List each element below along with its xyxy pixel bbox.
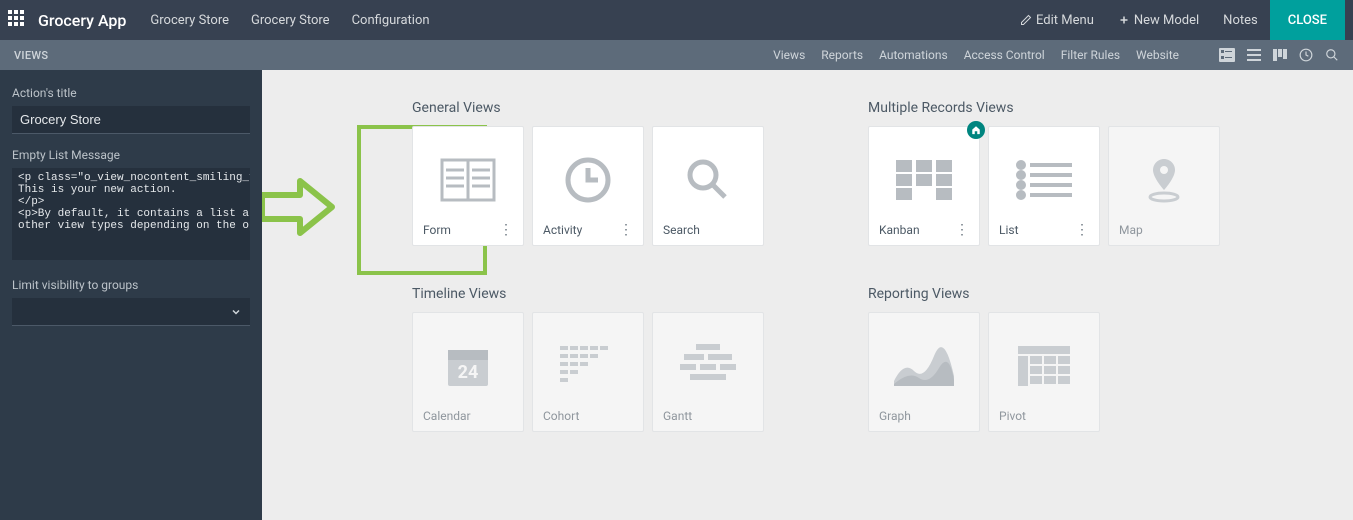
card-gantt: Gantt xyxy=(652,312,764,432)
map-pin-icon xyxy=(1139,155,1189,205)
apps-icon[interactable] xyxy=(8,10,28,30)
card-menu-icon[interactable]: ⋮ xyxy=(619,223,633,237)
search-icon[interactable] xyxy=(1325,48,1339,62)
visibility-select[interactable] xyxy=(12,298,250,326)
subbar-link-filter-rules[interactable]: Filter Rules xyxy=(1061,48,1120,62)
notes-button[interactable]: Notes xyxy=(1211,0,1270,40)
subbar-link-views[interactable]: Views xyxy=(773,48,805,62)
nav-grocery-store-2[interactable]: Grocery Store xyxy=(251,13,330,28)
card-menu-icon[interactable]: ⋮ xyxy=(1075,223,1089,237)
card-label: Calendar xyxy=(423,409,471,423)
tutorial-arrow-icon xyxy=(262,173,340,241)
card-menu-icon[interactable]: ⋮ xyxy=(499,223,513,237)
activity-icon xyxy=(563,155,613,205)
card-label: Map xyxy=(1119,223,1143,237)
empty-list-label: Empty List Message xyxy=(12,148,250,162)
subbar-link-access-control[interactable]: Access Control xyxy=(964,48,1045,62)
action-title-input[interactable] xyxy=(12,106,250,134)
card-label: List xyxy=(999,223,1019,237)
kanban-icon xyxy=(896,160,952,200)
card-label: Gantt xyxy=(663,409,692,423)
plus-icon xyxy=(1118,14,1130,26)
form-icon xyxy=(440,158,496,202)
card-graph: Graph xyxy=(868,312,980,432)
magnify-icon xyxy=(683,155,733,205)
home-icon xyxy=(971,125,981,135)
visibility-label: Limit visibility to groups xyxy=(12,278,250,292)
card-calendar: 24 Calendar xyxy=(412,312,524,432)
group-timeline-views: Timeline Views 24 Calendar xyxy=(412,286,764,432)
main-canvas: General Views xyxy=(262,70,1353,520)
card-label: Activity xyxy=(543,223,582,237)
action-title-label: Action's title xyxy=(12,86,250,100)
subbar-link-website[interactable]: Website xyxy=(1136,48,1179,62)
kanban-view-icon[interactable] xyxy=(1273,49,1287,61)
calendar-icon: 24 xyxy=(444,342,492,390)
group-title: Timeline Views xyxy=(412,286,764,302)
card-cohort: Cohort xyxy=(532,312,644,432)
card-activity[interactable]: Activity ⋮ xyxy=(532,126,644,246)
edit-menu-button[interactable]: Edit Menu xyxy=(1008,0,1106,40)
card-form[interactable]: Form ⋮ xyxy=(412,126,524,246)
new-model-button[interactable]: New Model xyxy=(1106,0,1211,40)
card-label: Cohort xyxy=(543,409,579,423)
group-reporting-views: Reporting Views Graph xyxy=(868,286,1100,432)
card-kanban[interactable]: Kanban ⋮ xyxy=(868,126,980,246)
empty-list-textarea[interactable] xyxy=(12,168,250,260)
pencil-icon xyxy=(1020,14,1032,26)
group-title: Multiple Records Views xyxy=(868,100,1220,116)
group-title: Reporting Views xyxy=(868,286,1100,302)
topbar: Grocery App Grocery Store Grocery Store … xyxy=(0,0,1353,40)
card-label: Search xyxy=(663,223,700,237)
subbar: VIEWS Views Reports Automations Access C… xyxy=(0,40,1353,70)
subbar-link-automations[interactable]: Automations xyxy=(879,48,948,62)
home-badge xyxy=(967,121,985,139)
card-label: Graph xyxy=(879,409,911,423)
cohort-icon xyxy=(560,346,616,386)
card-view-icon[interactable] xyxy=(1219,48,1235,62)
list-icon xyxy=(1016,160,1072,200)
graph-icon xyxy=(894,346,954,386)
app-brand: Grocery App xyxy=(38,11,126,30)
card-label: Pivot xyxy=(999,409,1026,423)
nav-grocery-store-1[interactable]: Grocery Store xyxy=(150,13,229,28)
close-button[interactable]: CLOSE xyxy=(1270,0,1345,40)
card-list[interactable]: List ⋮ xyxy=(988,126,1100,246)
svg-text:24: 24 xyxy=(458,362,479,383)
gantt-icon xyxy=(680,344,736,388)
clock-icon[interactable] xyxy=(1299,48,1313,62)
card-map: Map xyxy=(1108,126,1220,246)
card-label: Form xyxy=(423,223,451,237)
list-view-icon[interactable] xyxy=(1247,49,1261,61)
card-pivot: Pivot xyxy=(988,312,1100,432)
nav-configuration[interactable]: Configuration xyxy=(352,13,430,28)
group-multiple-records-views: Multiple Records Views xyxy=(868,100,1220,246)
pivot-icon xyxy=(1018,346,1070,386)
chevron-down-icon xyxy=(230,306,242,318)
group-title: General Views xyxy=(412,100,764,116)
subbar-link-reports[interactable]: Reports xyxy=(821,48,863,62)
group-general-views: General Views xyxy=(412,100,764,246)
card-label: Kanban xyxy=(879,223,920,237)
sidebar: Action's title Empty List Message Limit … xyxy=(0,70,262,520)
card-search[interactable]: Search xyxy=(652,126,764,246)
card-menu-icon[interactable]: ⋮ xyxy=(955,223,969,237)
subbar-title: VIEWS xyxy=(14,49,48,62)
